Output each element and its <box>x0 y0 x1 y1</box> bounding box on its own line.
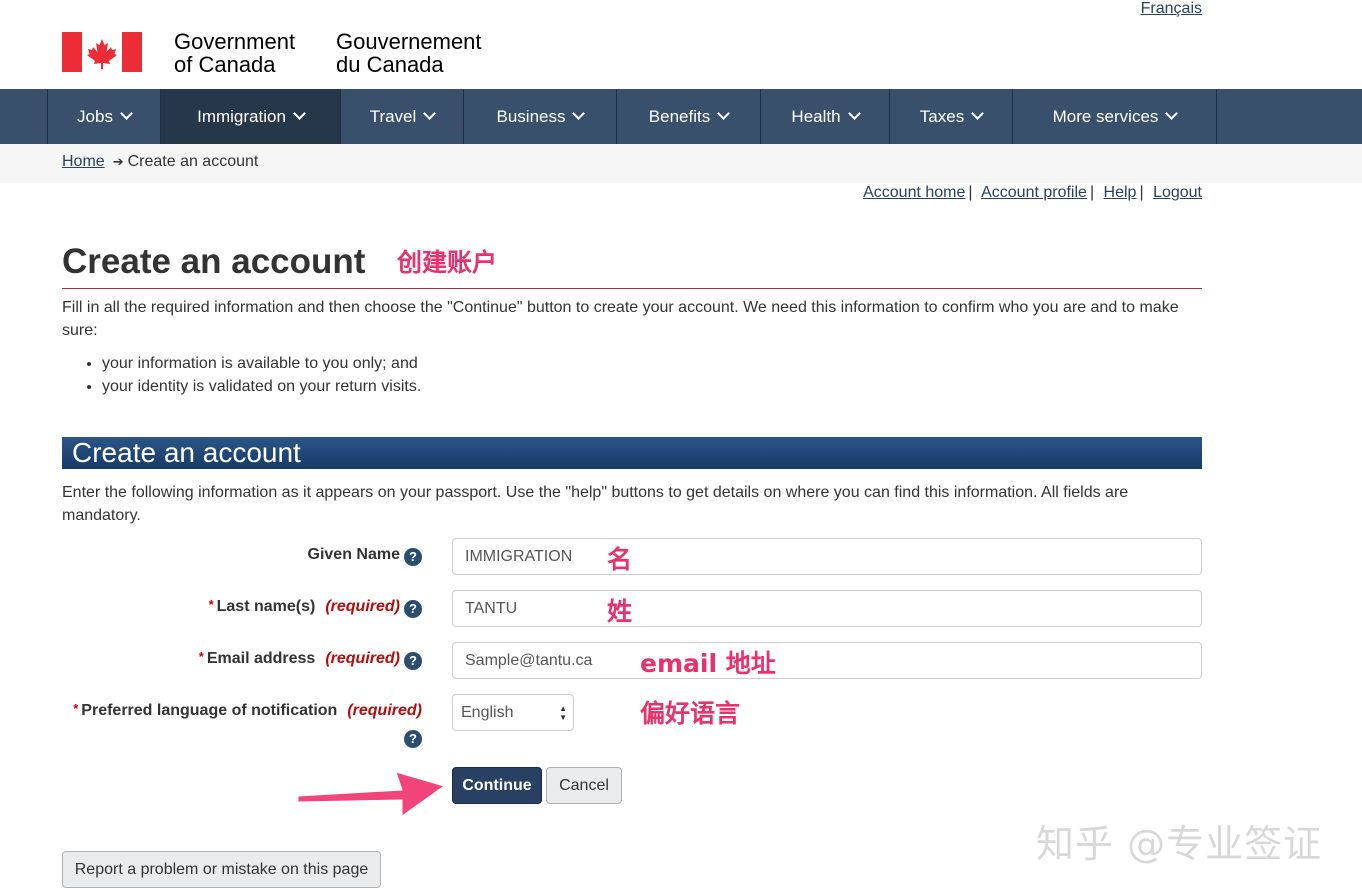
cancel-button[interactable]: Cancel <box>546 767 622 804</box>
title-divider <box>62 288 1202 289</box>
email-label: * Email address (required)? <box>199 649 422 670</box>
menu-item-more-services[interactable]: More services <box>1012 89 1217 144</box>
chevron-down-icon <box>971 107 985 120</box>
report-problem-button[interactable]: Report a problem or mistake on this page <box>62 851 381 888</box>
help-link[interactable]: Help <box>1104 184 1137 201</box>
account-home-link[interactable]: Account home <box>863 184 965 201</box>
chevron-down-icon <box>847 107 861 120</box>
list-item: your identity is validated on your retur… <box>102 375 421 398</box>
language-select[interactable]: English ▲ ▼ <box>452 694 574 731</box>
language-annotation: 偏好语言 <box>640 699 741 728</box>
government-wordmark-en: Government of Canada <box>174 29 296 77</box>
select-arrows-icon: ▲ ▼ <box>559 704 567 722</box>
account-profile-link[interactable]: Account profile <box>981 184 1087 201</box>
chevron-down-icon <box>572 107 586 120</box>
menu-item-travel[interactable]: Travel <box>340 89 463 144</box>
help-icon[interactable]: ? <box>404 548 422 566</box>
breadcrumb-home-link[interactable]: Home <box>62 153 105 170</box>
main-menu: Jobs Immigration Travel Business Benefit… <box>0 89 1362 144</box>
help-icon[interactable]: ? <box>404 652 422 670</box>
last-name-input[interactable]: TANTU <box>452 590 1202 627</box>
chevron-down-icon <box>120 107 133 120</box>
given-name-label: Given Name? <box>308 546 422 566</box>
title-annotation: 创建账户 <box>397 248 498 277</box>
menu-item-health[interactable]: Health <box>760 89 889 144</box>
help-icon[interactable]: ? <box>404 600 422 618</box>
pointer-arrow-annotation <box>297 771 446 817</box>
form-intro: Enter the following information as it ap… <box>62 484 1129 524</box>
intro-text: Fill in all the required information and… <box>62 299 1179 339</box>
given-name-annotation: 名 <box>607 545 633 574</box>
chevron-down-icon <box>1165 107 1179 120</box>
page-title: Create an account <box>62 242 366 281</box>
last-name-label: * Last name(s) (required)? <box>209 597 422 618</box>
arrow-right-icon: ➔ <box>112 154 124 169</box>
menu-item-benefits[interactable]: Benefits <box>616 89 760 144</box>
canada-flag-icon <box>62 32 142 72</box>
breadcrumb: Home ➔ Create an account <box>62 153 258 171</box>
logout-link[interactable]: Logout <box>1153 184 1202 201</box>
account-links: Account home | Account profile | Help | Log… <box>863 184 1202 201</box>
menu-item-jobs[interactable]: Jobs <box>47 89 160 144</box>
help-icon[interactable]: ? <box>404 730 422 748</box>
chevron-down-icon <box>423 107 437 120</box>
list-item: your information is available to you onl… <box>102 352 421 375</box>
menu-item-immigration[interactable]: Immigration <box>160 89 340 144</box>
email-input[interactable]: Sample@tantu.ca <box>452 642 1202 679</box>
given-name-input[interactable]: IMMIGRATION <box>452 538 1202 575</box>
chevron-down-icon <box>293 107 306 120</box>
breadcrumb-current: Create an account <box>127 153 259 170</box>
menu-item-business[interactable]: Business <box>463 89 616 144</box>
site-header: Government of Canada Gouvernement du Can… <box>0 0 1362 89</box>
language-label: * Preferred language of notification (requ… <box>73 701 422 719</box>
watermark: 知乎 @专业签证 <box>1036 822 1323 866</box>
form-heading: Create an account <box>62 437 1202 469</box>
government-wordmark-fr: Gouvernement du Canada <box>336 29 482 77</box>
chevron-down-icon <box>717 107 731 120</box>
last-name-annotation: 姓 <box>607 597 633 626</box>
continue-button[interactable]: Continue <box>452 767 542 804</box>
intro-bullets: your information is available to you onl… <box>62 352 421 398</box>
email-annotation: email 地址 <box>640 649 776 678</box>
menu-item-taxes[interactable]: Taxes <box>889 89 1012 144</box>
